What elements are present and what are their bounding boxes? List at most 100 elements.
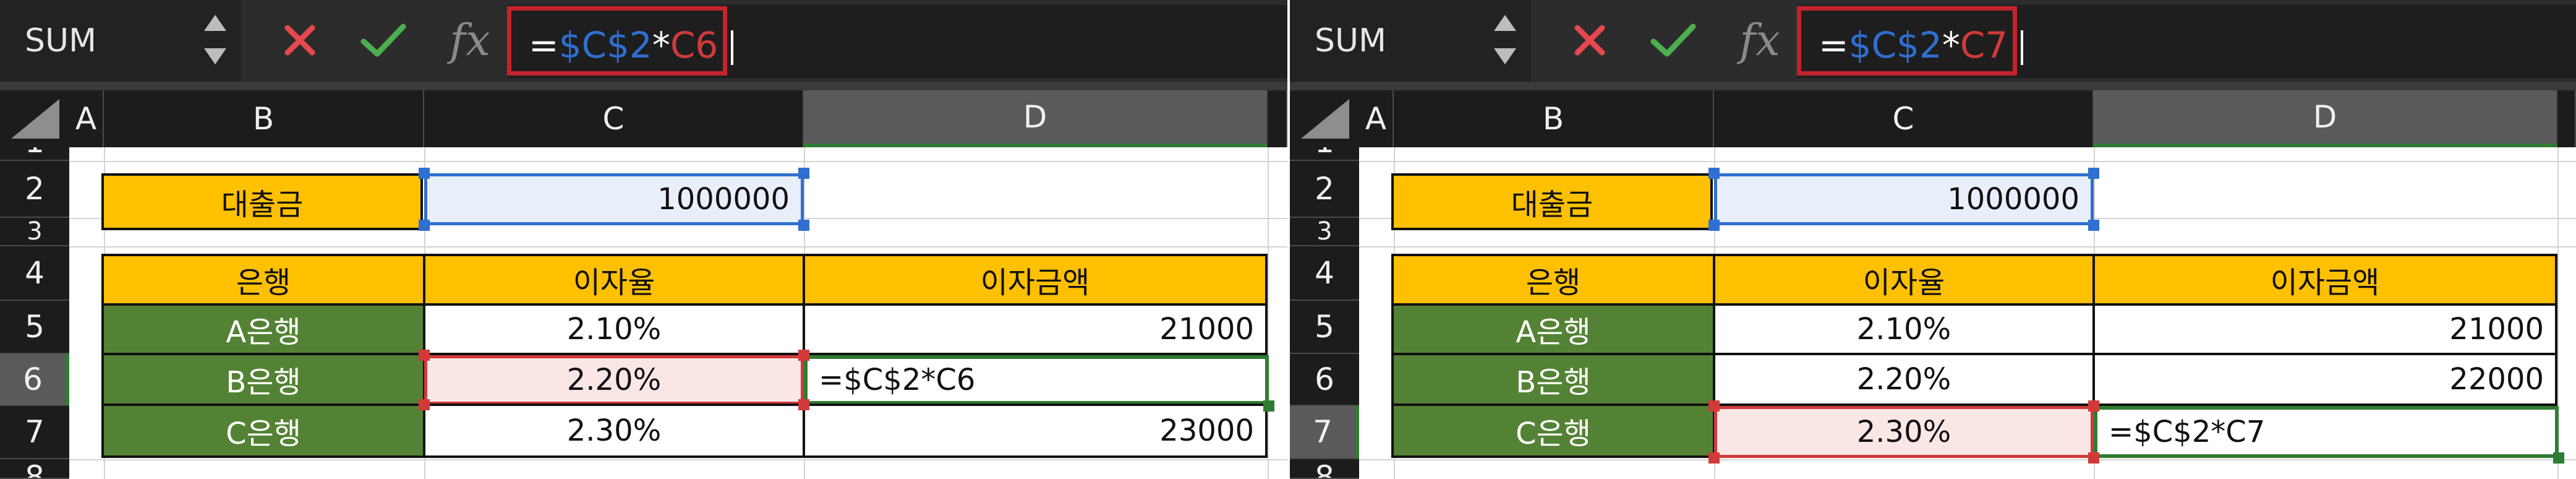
resize-handle[interactable] [2088,400,2099,412]
formula-highlight-box: =$C$2*C6 [507,6,733,76]
resize-handle[interactable] [419,350,430,361]
gridline [69,459,1287,460]
select-all-icon [11,99,59,139]
fx-label: fx [450,15,490,66]
resize-handle[interactable] [1708,168,1720,179]
close-icon[interactable] [275,12,325,68]
resize-handle[interactable] [2088,220,2099,231]
row-header-3[interactable]: 3 [1290,218,1359,246]
resize-handle[interactable] [798,350,809,361]
name-box-stepper-icon[interactable] [1494,15,1519,68]
cell-b4[interactable]: 은행 [1391,254,1715,306]
row-header-6[interactable]: 6 [0,354,69,406]
col-header-c[interactable]: C [1714,90,2094,147]
col-header-b[interactable]: B [104,90,424,147]
cell-c7[interactable]: 2.30% [423,403,805,458]
resize-handle[interactable] [798,399,809,410]
resize-handle[interactable] [419,220,430,231]
cell-b7[interactable]: C은행 [1391,403,1715,458]
col-header-e[interactable] [2557,90,2576,147]
gridline [1268,147,1269,479]
col-header-b[interactable]: B [1394,90,1714,147]
row-header-4[interactable]: 4 [1290,246,1359,301]
cell-d5[interactable]: 21000 [2092,303,2557,355]
right-pane: SUM fx =$C$2*C7 A B C D 1 2 3 4 5 6 7 8 [1290,0,2576,479]
cell-b4[interactable]: 은행 [101,254,425,306]
cell-b6[interactable]: B은행 [1391,353,1715,406]
row-header-2[interactable]: 2 [0,161,69,218]
row-header-5[interactable]: 5 [1290,301,1359,354]
formula-text: =$C$2*C7 [1819,24,2023,66]
abs-ref: $C$2 [1848,24,1942,66]
row-header-1[interactable]: 1 [0,147,69,161]
col-header-e[interactable] [1268,90,1287,147]
cell-c5[interactable]: 2.10% [1713,303,2095,355]
col-header-a[interactable]: A [69,90,104,147]
cell-b7[interactable]: C은행 [101,403,425,458]
resize-handle[interactable] [419,168,430,179]
cell-d5[interactable]: 21000 [803,303,1268,355]
cell-b2[interactable]: 대출금 [1391,173,1713,230]
row-header-4[interactable]: 4 [0,246,69,301]
cell-d7[interactable]: 23000 [803,403,1268,458]
fx-icon[interactable]: fx [1732,12,1788,68]
check-icon[interactable] [1645,12,1701,68]
row-header-2[interactable]: 2 [1290,161,1359,218]
resize-handle[interactable] [1708,220,1720,231]
fx-icon[interactable]: fx [442,12,498,68]
cell-c2[interactable]: 1000000 [1714,173,2094,225]
text-caret [730,30,733,65]
row-header-7[interactable]: 7 [0,406,69,459]
cell-c6[interactable]: 2.20% [1713,353,2095,406]
cell-c6[interactable]: 2.20% [424,355,804,405]
name-box-stepper-icon[interactable] [204,15,229,68]
cell-b2[interactable]: 대출금 [101,173,423,230]
cell-d4[interactable]: 이자금액 [2092,254,2557,306]
check-icon[interactable] [356,12,411,68]
row-header-7[interactable]: 7 [1290,406,1359,459]
resize-handle[interactable] [798,220,809,231]
resize-handle[interactable] [1708,400,1720,412]
formula-input[interactable]: =$C$2*C7 [1797,5,2576,78]
row-header-1[interactable]: 1 [1290,147,1359,161]
col-header-c[interactable]: C [424,90,804,147]
row-header-3[interactable]: 3 [0,218,69,246]
formula-bar: SUM fx =$C$2*C7 [1290,0,2576,82]
abs-ref: $C$2 [558,24,652,66]
resize-handle[interactable] [798,168,809,179]
resize-handle[interactable] [1708,452,1720,464]
cell-c7[interactable]: 2.30% [1714,406,2094,458]
row-header-6[interactable]: 6 [1290,354,1359,406]
cell-c4[interactable]: 이자율 [423,254,805,306]
formula-input[interactable]: =$C$2*C6 [507,5,1287,78]
cell-d6-editing[interactable]: =$C$2*C6 [804,355,1269,405]
gridline [1359,161,2576,162]
close-icon[interactable] [1565,12,1614,68]
col-header-d[interactable]: D [804,90,1268,147]
resize-handle[interactable] [2088,168,2099,179]
resize-handle[interactable] [419,399,430,410]
row-header-8[interactable]: 8 [0,459,69,479]
cell-d6[interactable]: 22000 [2092,353,2557,406]
gridline [1359,246,2576,248]
cell-b5[interactable]: A은행 [101,303,425,355]
row-header-5[interactable]: 5 [0,301,69,354]
resize-handle[interactable] [2088,452,2099,464]
col-header-d[interactable]: D [2094,90,2557,147]
rel-ref: C6 [670,24,719,66]
cell-d4[interactable]: 이자금액 [803,254,1268,306]
col-header-a[interactable]: A [1359,90,1394,147]
cell-c5[interactable]: 2.10% [423,303,805,355]
row-header-8[interactable]: 8 [1290,459,1359,479]
select-all-icon [1301,99,1349,139]
cell-b5[interactable]: A은행 [1391,303,1715,355]
cell-c4[interactable]: 이자율 [1713,254,2095,306]
fill-handle[interactable] [1263,400,1274,412]
cell-b6[interactable]: B은행 [101,353,425,406]
name-box[interactable]: SUM [0,0,241,82]
cell-c2[interactable]: 1000000 [424,173,804,225]
left-pane: SUM fx =$C$2*C6 A B C D 1 2 3 4 5 6 7 8 [0,0,1287,479]
fill-handle[interactable] [2553,452,2564,464]
name-box[interactable]: SUM [1290,0,1531,82]
cell-d7-editing[interactable]: =$C$2*C7 [2094,406,2559,458]
